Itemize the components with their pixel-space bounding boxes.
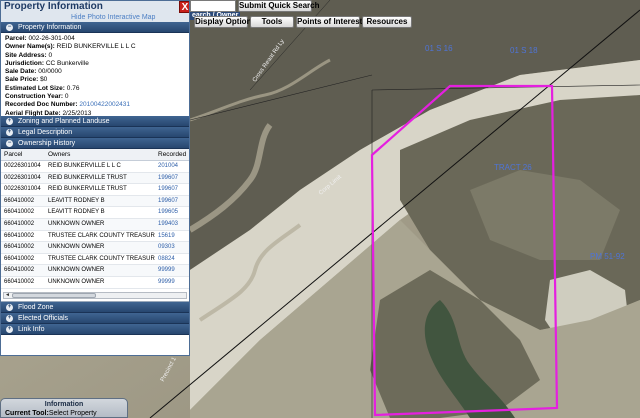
map-label-plss-2: 01 S 18 [510,46,538,55]
info-construction: Construction Year: 0 [5,93,69,101]
display-options-button[interactable]: Display Options [194,16,256,28]
table-row[interactable]: 660410002 UNKNOWN OWNER 99999 [1,265,189,277]
expand-icon: + [6,304,13,311]
map-label-tract: TRACT 26 [494,163,532,172]
cell-owner: UNKNOWN OWNER [48,278,105,285]
section-zoning[interactable]: + Zoning and Planned Landuse [1,116,189,127]
cell-recorded[interactable]: 99999 [155,277,189,288]
ownership-table-header: Parcel Owners Recorded [1,149,189,161]
cell-owner: REID BUNKERVILLE TRUST [48,174,127,181]
table-row[interactable]: 660410002 LEAVITT RODNEY B 199607 [1,195,189,208]
section-flood-zone[interactable]: + Flood Zone [1,302,189,313]
table-row[interactable]: 660410002 TRUSTEE CLARK COUNTY TREASURER 0… [1,254,189,266]
info-site: Site Address: 0 [5,51,53,59]
cell-owner: REID BUNKERVILLE L L C [48,163,121,169]
collapse-icon: − [6,140,13,147]
panel-title: Property Information [4,1,103,12]
cell-owner: UNKNOWN OWNER [48,267,105,274]
table-row[interactable]: 00226301004 REID BUNKERVILLE TRUST 199607 [1,172,189,185]
map-label-plss-1: 01 S 16 [425,44,453,53]
expand-icon: + [6,326,13,333]
panel-titlebar[interactable]: Property Information X [1,1,189,14]
cell-owner: LEAVITT RODNEY B [48,209,105,216]
close-icon[interactable]: X [179,1,189,13]
expand-icon: + [6,315,13,322]
section-ownership[interactable]: − Ownership History [1,138,189,149]
cell-owner: LEAVITT RODNEY B [48,197,105,204]
table-row[interactable]: 00226301004 REID BUNKERVILLE TRUST 199607 [1,184,189,196]
information-box: Information Current Tool:Select Property [0,398,128,418]
panel-link-row: Hide Photo Interactive Map [1,14,189,22]
cell-recorded[interactable]: 199607 [155,184,189,195]
expand-icon: + [6,118,13,125]
cell-parcel: 660410002 [4,278,35,285]
cell-parcel: 00226301004 [4,174,41,181]
cell-owner: UNKNOWN OWNER [48,244,105,251]
table-row[interactable]: 660410002 LEAVITT RODNEY B 199605 [1,207,189,219]
ownership-table: Parcel Owners Recorded 00226301004 REID B… [1,149,189,302]
cell-parcel: 660410002 [4,244,35,251]
cell-parcel: 00226301004 [4,163,41,169]
cell-recorded[interactable]: 201004 [155,161,189,172]
collapse-icon: − [6,24,13,31]
info-lot-size: Estimated Lot Size: 0.76 [5,84,80,92]
property-info-panel: Property Information X Hide Photo Intera… [0,0,190,356]
recorded-doc-link[interactable]: 20100422002431 [79,101,130,108]
table-row[interactable]: 660410002 UNKNOWN OWNER 09303 [1,242,189,254]
section-legal[interactable]: + Legal Description [1,127,189,138]
table-row[interactable]: 660410002 UNKNOWN OWNER 99999 [1,277,189,289]
cell-parcel: 660410002 [4,255,35,262]
info-recorded: Recorded Doc Number: 20100422002431 [5,101,131,109]
quick-search-input[interactable] [190,0,236,12]
table-row[interactable]: 660410002 TRUSTEE CLARK COUNTY TREASURER 1… [1,231,189,243]
tools-button[interactable]: Tools [250,16,294,28]
resources-button[interactable]: Resources [362,16,412,28]
cell-parcel: 660410002 [4,267,35,274]
current-tool: Current Tool:Select Property [5,410,97,417]
cell-parcel: 660410002 [4,197,35,204]
cell-recorded[interactable]: 09303 [155,242,189,253]
info-sale-date: Sale Date: 00/0000 [5,68,62,76]
cell-recorded[interactable]: 199605 [155,207,189,218]
map-label-pm: PM 51-92 [590,252,625,261]
table-row[interactable]: 00226301004 REID BUNKERVILLE L L C 201004 [1,161,189,173]
cell-owner: TRUSTEE CLARK COUNTY TREASURER [48,255,155,262]
cell-owner: TRUSTEE CLARK COUNTY TREASURER [48,232,155,239]
col-header-recorded[interactable]: Recorded [155,149,189,160]
cell-owner: UNKNOWN OWNER [48,220,105,227]
information-title: Information [44,401,84,408]
cell-recorded[interactable]: 99999 [155,265,189,276]
cell-recorded[interactable]: 15619 [155,231,189,242]
info-owner: Owner Name(s): REID BUNKERVILLE L L C [5,43,136,51]
ownership-rows: 00226301004 REID BUNKERVILLE L L C 201004 0… [1,161,189,289]
section-link-info[interactable]: + Link Info [1,324,189,335]
expand-icon: + [6,129,13,136]
cell-recorded[interactable]: 199607 [155,173,189,184]
points-of-interest-button[interactable]: Points of Interest [296,16,362,28]
cell-recorded[interactable]: 199403 [155,219,189,230]
col-header-owners[interactable]: Owners [45,149,155,160]
col-header-parcel[interactable]: Parcel [1,149,45,160]
cell-owner: REID BUNKERVILLE TRUST [48,186,127,193]
section-property-information[interactable]: − Property Information [1,22,189,33]
cell-recorded[interactable]: 08824 [155,254,189,265]
info-sale-price: Sale Price: $0 [5,76,48,84]
scroll-left-icon[interactable]: ◄ [5,292,10,298]
cell-parcel: 660410002 [4,209,35,216]
cell-parcel: 660410002 [4,220,35,227]
cell-parcel: 00226301004 [4,186,41,193]
property-info-body: Parcel: 002-26-301-004 Owner Name(s): RE… [1,33,189,117]
cell-parcel: 660410002 [4,232,35,239]
section-elected-officials[interactable]: + Elected Officials [1,313,189,324]
table-row[interactable]: 660410002 UNKNOWN OWNER 199403 [1,218,189,231]
horizontal-scrollbar[interactable]: ◄ [3,292,187,299]
scrollbar-thumb[interactable] [12,293,96,298]
section-label: Property Information [18,24,82,31]
info-parcel: Parcel: 002-26-301-004 [5,35,75,42]
hide-photo-link[interactable]: Hide Photo Interactive Map [71,14,155,22]
cell-recorded[interactable]: 199607 [155,196,189,207]
info-jurisdiction: Jurisdiction: CC Bunkerville [5,59,89,67]
submit-quick-search-button[interactable]: Submit Quick Search [238,0,319,12]
